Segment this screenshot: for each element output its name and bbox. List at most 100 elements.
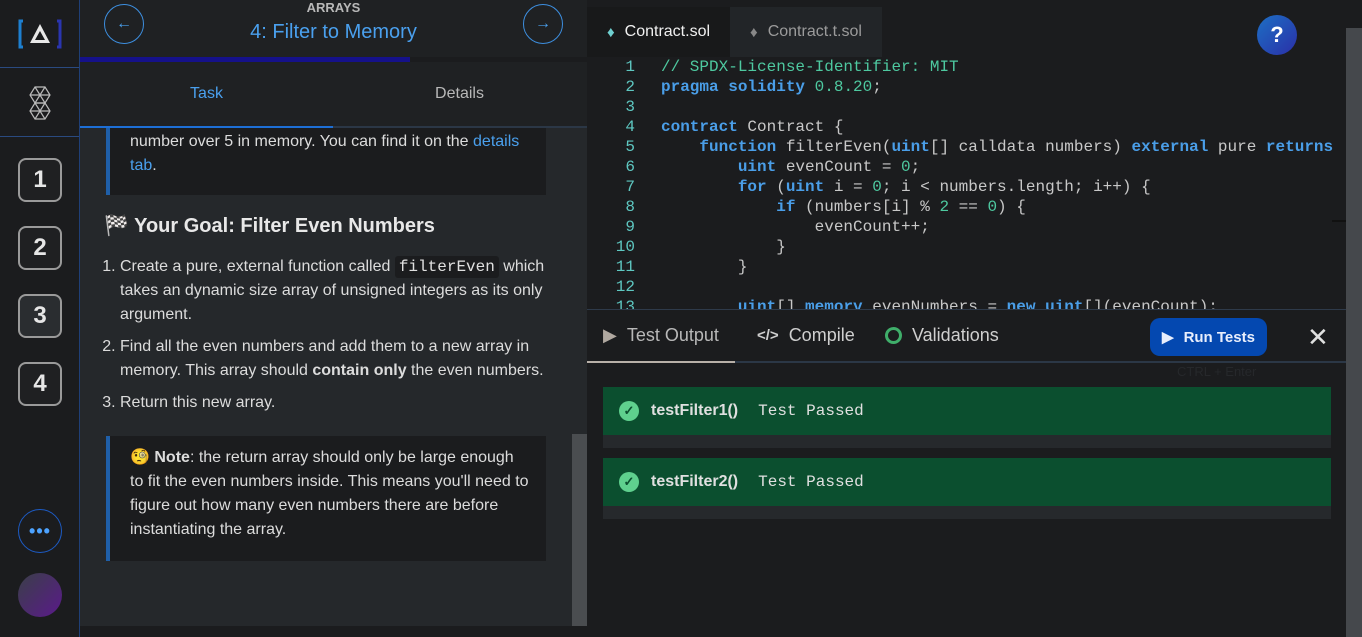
close-icon: ✕ — [1307, 322, 1329, 352]
level-4-button[interactable]: 4 — [18, 362, 62, 406]
checkered-flag-icon: 🏁 — [104, 215, 129, 237]
lesson-header: ← ARRAYS 4: Filter to Memory → — [80, 0, 587, 58]
tab-label: Contract.sol — [624, 23, 711, 40]
overview-ruler-mark — [1332, 220, 1346, 222]
line-number: 9 — [625, 218, 635, 236]
level-2-button[interactable]: 2 — [18, 226, 62, 270]
goal-steps: Create a pure, external function called … — [120, 255, 550, 423]
sidebar: 1 2 3 4 ••• — [0, 0, 80, 637]
close-panel-button[interactable]: ✕ — [1307, 322, 1329, 353]
note-text: : the return array should only be large … — [130, 449, 529, 538]
line-code: pragma solidity 0.8.20; — [661, 78, 882, 96]
lesson-tabs: Task Details — [80, 62, 587, 128]
play-icon: ▶ — [1162, 329, 1174, 346]
code-line[interactable]: 11 } — [587, 257, 1346, 277]
run-shortcut-hint: CTRL + Enter — [1177, 364, 1257, 379]
tab-validations[interactable]: Validations — [885, 310, 999, 361]
code-line[interactable]: 12 — [587, 277, 1346, 297]
app-logo[interactable] — [0, 0, 79, 68]
lesson-title: 4: Filter to Memory — [250, 21, 417, 43]
line-number: 2 — [625, 78, 635, 96]
code-line[interactable]: 10 } — [587, 237, 1346, 257]
level-3-button[interactable]: 3 — [18, 294, 62, 338]
goal-heading: 🏁 Your Goal: Filter Even Numbers — [104, 214, 435, 238]
code-editor[interactable]: 1// SPDX-License-Identifier: MIT// SPDX-… — [587, 57, 1346, 309]
run-tests-button[interactable]: ▶ Run Tests — [1150, 318, 1267, 356]
line-number: 13 — [615, 298, 635, 309]
line-code: for (uint i = 0; i < numbers.length; i++… — [661, 178, 1151, 196]
play-icon: ▶ — [603, 325, 617, 345]
line-number: 6 — [625, 158, 635, 176]
more-button[interactable]: ••• — [18, 509, 62, 553]
tab-details[interactable]: Details — [333, 62, 586, 126]
line-number: 12 — [615, 278, 635, 296]
intro-end: . — [152, 157, 157, 174]
code-line[interactable]: 8 if (numbers[i] % 2 == 0) { if 2 0 — [587, 197, 1346, 217]
code-line[interactable]: 2 pragma solidity 0.8.20; pragma solidity … — [587, 77, 1346, 97]
run-tests-label: Run Tests — [1183, 328, 1255, 346]
monocle-face-icon: 🧐 — [130, 449, 150, 466]
line-code: contract Contract { — [661, 118, 844, 136]
test-result-row: ✓ testFilter1() Test Passed — [603, 387, 1331, 435]
test-result-row: ✓ testFilter2() Test Passed — [603, 458, 1331, 506]
line-number: 7 — [625, 178, 635, 196]
tab-label: Contract.t.sol — [767, 23, 862, 40]
lesson-panel: ← ARRAYS 4: Filter to Memory → Task Deta… — [80, 0, 587, 626]
goal-heading-text: Your Goal: Filter Even Numbers — [134, 215, 435, 237]
test-status: Test Passed — [758, 473, 864, 491]
tab-contract-sol[interactable]: ♦ Contract.sol — [587, 7, 731, 57]
line-code: function filterEven(uint[] calldata numb… — [661, 138, 1334, 156]
step-item: Return this new array. — [120, 391, 550, 415]
test-name: testFilter1() — [651, 402, 739, 419]
code-line[interactable]: 7 for (uint i = 0; i < numbers.length; i… — [587, 177, 1346, 197]
tab-task[interactable]: Task — [80, 62, 333, 128]
editor-scrollbar[interactable] — [1346, 28, 1362, 637]
tab-compile[interactable]: </> Compile — [757, 310, 855, 361]
code-line[interactable]: 3 — [587, 97, 1346, 117]
line-number: 3 — [625, 98, 635, 116]
avatar[interactable] — [18, 573, 62, 617]
line-code: if (numbers[i] % 2 == 0) { — [661, 198, 1026, 216]
line-number: 4 — [625, 118, 635, 136]
step-text: Create a pure, external function called — [120, 258, 395, 275]
line-code: } — [661, 238, 786, 256]
note-callout: 🧐 Note: the return array should only be … — [106, 436, 546, 561]
step-bold: contain only — [312, 362, 407, 379]
note-label: Note — [154, 449, 190, 466]
tab-test-output[interactable]: ▶ Test Output — [587, 310, 735, 363]
ethereum-icon: ♦ — [750, 23, 758, 41]
file-tabs: ♦ Contract.sol ♦ Contract.t.sol — [587, 7, 882, 57]
line-code: uint[] memory evenNumbers = new uint[](e… — [661, 298, 1218, 309]
step-item: Find all the even numbers and add them t… — [120, 335, 550, 383]
level-1-button[interactable]: 1 — [18, 158, 62, 202]
line-number: 5 — [625, 138, 635, 156]
line-code: uint evenCount = 0; — [661, 158, 921, 176]
result-spacer — [603, 506, 1331, 519]
code-line[interactable]: 1// SPDX-License-Identifier: MIT// SPDX-… — [587, 57, 1346, 77]
line-code: // SPDX-License-Identifier: MIT — [661, 58, 959, 76]
intro-text: number over 5 in memory. You can find it… — [130, 133, 474, 150]
code-line[interactable]: 13 uint[] memory evenNumbers = new uint[… — [587, 297, 1346, 309]
code-line[interactable]: 4 contract Contract {contract — [587, 117, 1346, 137]
line-number: 11 — [615, 258, 635, 276]
tab-contract-test-sol[interactable]: ♦ Contract.t.sol — [730, 7, 882, 57]
code-line[interactable]: 6 uint evenCount = 0; uint 0 — [587, 157, 1346, 177]
check-circle-icon: ✓ — [619, 401, 639, 421]
line-code: evenCount++; — [661, 218, 930, 236]
code-line[interactable]: 9 evenCount++; — [587, 217, 1346, 237]
circle-icon — [885, 327, 902, 344]
lesson-scrollbar[interactable] — [572, 128, 587, 626]
result-spacer — [603, 435, 1331, 448]
help-button[interactable]: ? — [1257, 15, 1297, 55]
step-text: Return this new array. — [120, 394, 276, 411]
logo-icon — [18, 19, 61, 48]
partner-logo[interactable] — [0, 69, 79, 137]
tab-label: Compile — [788, 325, 855, 345]
intro-callout: number over 5 in memory. You can find it… — [106, 128, 546, 195]
task-content: number over 5 in memory. You can find it… — [80, 128, 572, 626]
arrow-right-icon: → — [535, 15, 551, 32]
code-line[interactable]: 5 function filterEven(uint[] calldata nu… — [587, 137, 1346, 157]
next-lesson-button[interactable]: → — [523, 4, 563, 44]
scrollbar-thumb[interactable] — [572, 434, 587, 626]
inline-code: filterEven — [394, 256, 499, 278]
